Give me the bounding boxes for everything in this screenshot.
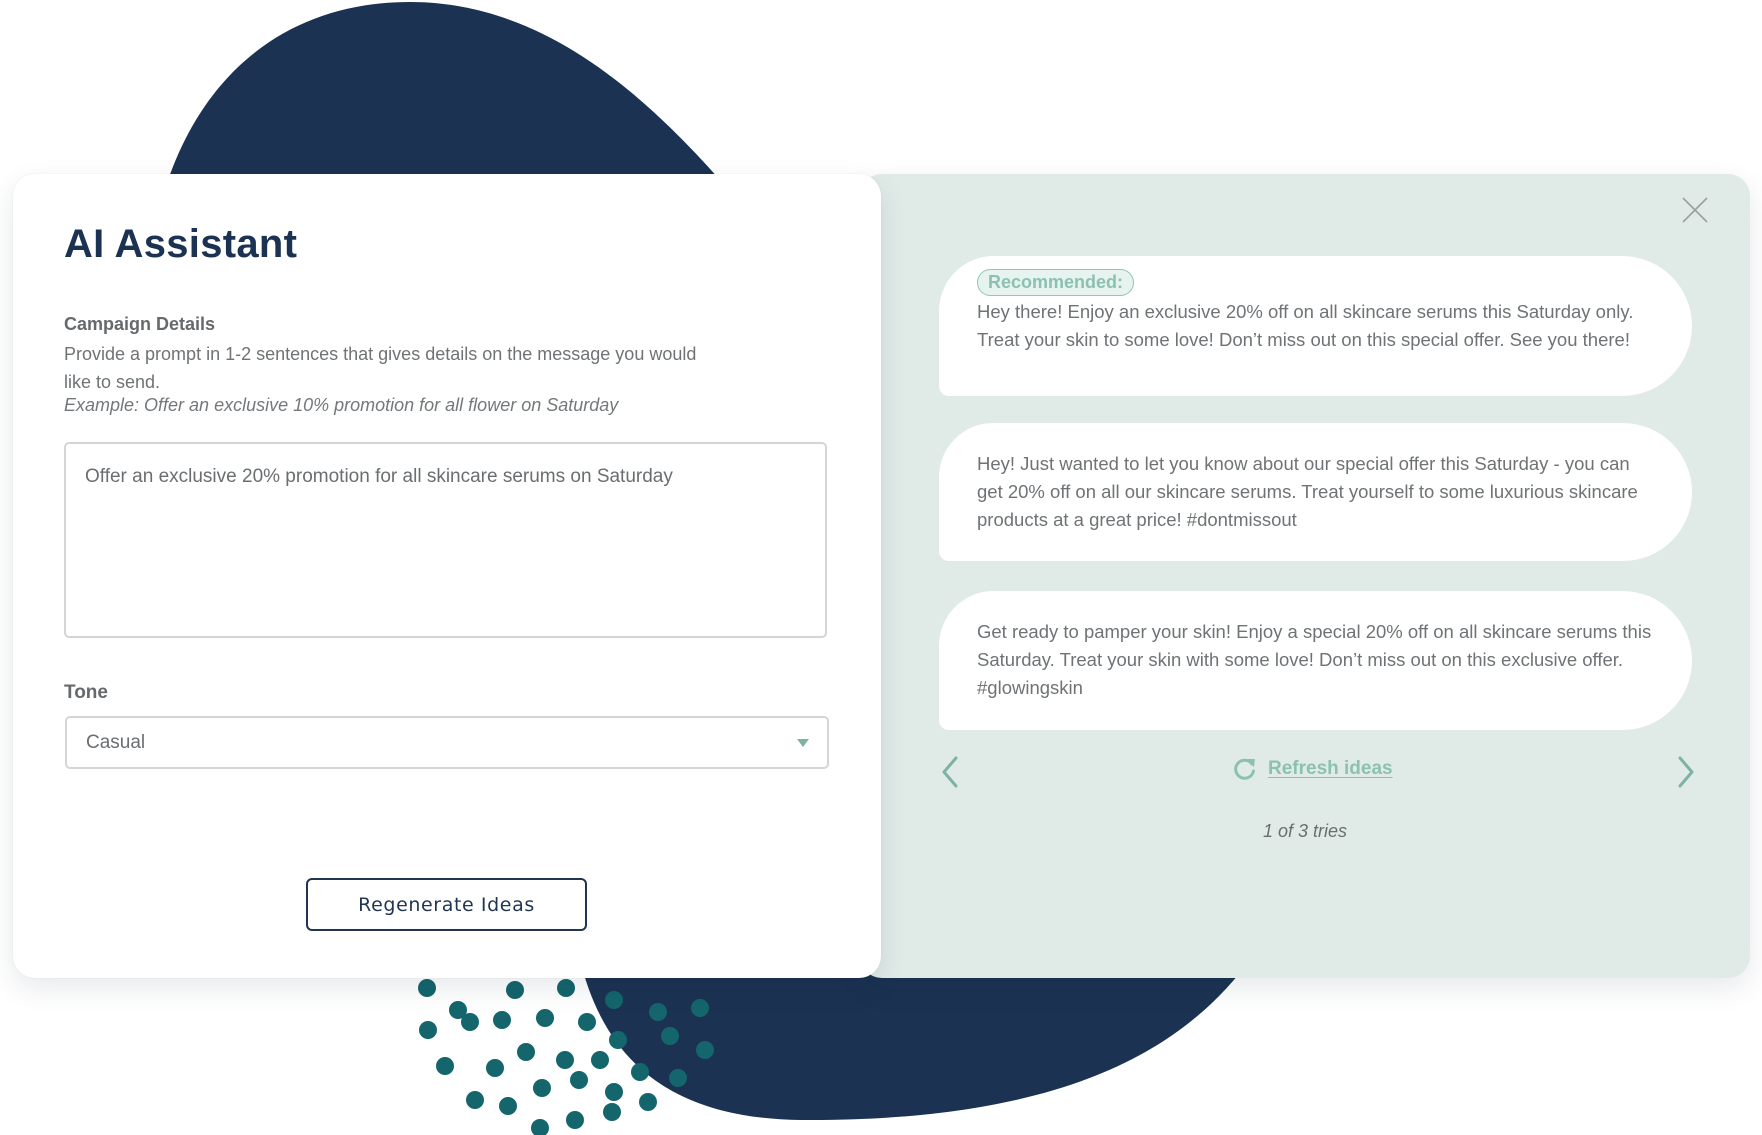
decorative-dot (566, 1111, 584, 1129)
campaign-details-description: Provide a prompt in 1-2 sentences that g… (64, 344, 697, 392)
next-button[interactable] (1674, 754, 1698, 790)
decorative-dot (605, 1083, 623, 1101)
page-title: AI Assistant (64, 222, 298, 266)
suggestion-card[interactable]: Recommended: Hey there! Enjoy an exclusi… (939, 256, 1692, 396)
decorative-dot (691, 999, 709, 1017)
tone-label: Tone (64, 682, 108, 703)
decorative-dot (536, 1009, 554, 1027)
decorative-dot (533, 1079, 551, 1097)
decorative-dot (499, 1097, 517, 1115)
recommended-badge: Recommended: (977, 269, 1135, 296)
decorative-dot (696, 1041, 714, 1059)
suggestions-panel: Recommended: Hey there! Enjoy an exclusi… (860, 174, 1750, 978)
decorative-dot (517, 1043, 535, 1061)
decorative-dot (605, 991, 623, 1009)
tries-counter: 1 of 3 tries (1262, 821, 1348, 841)
tone-select[interactable]: Casual (65, 716, 829, 769)
decorative-dot (603, 1103, 621, 1121)
decorative-dot (557, 979, 575, 997)
top-blob-shape (168, 2, 720, 180)
decorative-dot (531, 1119, 549, 1135)
decorative-dot (436, 1057, 454, 1075)
chevron-left-icon (942, 756, 958, 788)
chevron-down-icon (797, 739, 809, 747)
decorative-dot (486, 1059, 504, 1077)
refresh-icon (1234, 758, 1255, 780)
decorative-dot (570, 1071, 588, 1089)
suggestion-text: Hey there! Enjoy an exclusive 20% off on… (977, 301, 1634, 350)
campaign-details-label: Campaign Details (64, 314, 216, 334)
refresh-ideas-label: Refresh ideas (1268, 758, 1393, 779)
decorative-dot (419, 1021, 437, 1039)
decorative-dot (649, 1003, 667, 1021)
close-button[interactable] (1676, 191, 1714, 229)
decorative-dot (631, 1063, 649, 1081)
decorative-dot (609, 1031, 627, 1049)
tone-selected-value: Casual (86, 732, 146, 753)
close-icon (1682, 197, 1708, 223)
decorative-dot (639, 1093, 657, 1111)
decorative-dot (466, 1091, 484, 1109)
decorative-dot (506, 981, 524, 999)
decorative-dot (556, 1051, 574, 1069)
decorative-dot (578, 1013, 596, 1031)
decorative-dot (591, 1051, 609, 1069)
suggestion-card[interactable]: Get ready to pamper your skin! Enjoy a s… (939, 591, 1692, 730)
regenerate-ideas-button[interactable]: Regenerate Ideas (306, 878, 587, 931)
campaign-example-text: Example: Offer an exclusive 10% promotio… (64, 395, 619, 415)
suggestion-card[interactable]: Hey! Just wanted to let you know about o… (939, 423, 1692, 561)
decorative-dot (418, 979, 436, 997)
campaign-prompt-input[interactable]: Offer an exclusive 20% promotion for all… (64, 442, 827, 638)
refresh-ideas-link[interactable]: Refresh ideas (1232, 756, 1393, 782)
ai-assistant-form-card: AI Assistant Campaign Details Provide a … (13, 174, 881, 978)
decorative-dot (461, 1013, 479, 1031)
decorative-dot (669, 1069, 687, 1087)
decorative-dot (661, 1027, 679, 1045)
previous-button[interactable] (938, 754, 962, 790)
decorative-dot (493, 1011, 511, 1029)
suggestion-text: Hey! Just wanted to let you know about o… (977, 453, 1638, 530)
chevron-right-icon (1678, 756, 1694, 788)
suggestion-text: Get ready to pamper your skin! Enjoy a s… (977, 621, 1652, 698)
bottom-blob-shape (580, 960, 1250, 1121)
